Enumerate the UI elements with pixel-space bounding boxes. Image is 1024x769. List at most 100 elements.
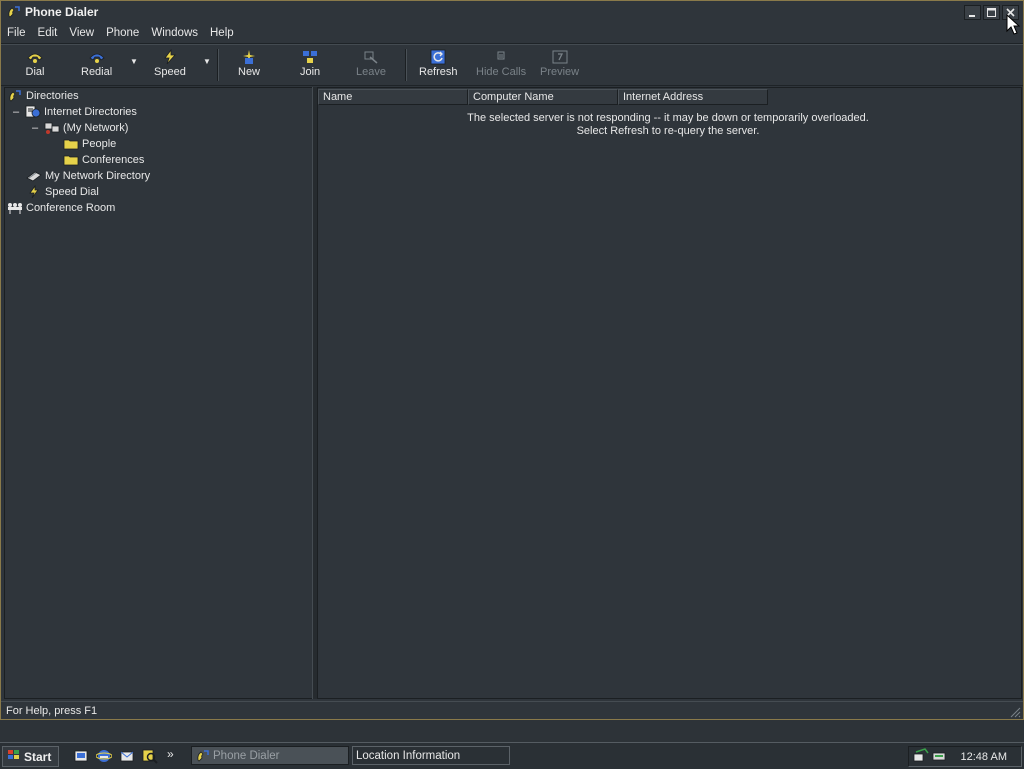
tree-label: My Network Directory bbox=[45, 170, 151, 182]
search-icon[interactable] bbox=[142, 748, 158, 764]
menu-help[interactable]: Help bbox=[204, 27, 240, 39]
minimize-icon bbox=[969, 15, 975, 17]
new-label: New bbox=[238, 66, 261, 78]
tree-item-my-network[interactable]: – (My Network) bbox=[30, 120, 128, 136]
phone-dialer-app-icon bbox=[8, 6, 20, 18]
speed-dial-icon bbox=[160, 48, 180, 66]
task-label: Location Information bbox=[356, 749, 461, 762]
refresh-icon bbox=[428, 48, 448, 66]
menu-file[interactable]: File bbox=[1, 27, 32, 39]
dial-label: Dial bbox=[25, 66, 45, 78]
list-header: Name Computer Name Internet Address bbox=[318, 89, 768, 106]
tree-item-conference-room[interactable]: Conference Room bbox=[7, 200, 115, 216]
tree-item-people[interactable]: People bbox=[63, 136, 116, 152]
tree-label: Speed Dial bbox=[45, 186, 99, 198]
join-icon bbox=[300, 48, 320, 66]
collapse-toggle[interactable]: – bbox=[30, 122, 40, 134]
new-conference-button[interactable]: New bbox=[238, 48, 260, 78]
message-line-1: The selected server is not responding --… bbox=[467, 112, 869, 124]
join-button[interactable]: Join bbox=[300, 48, 320, 78]
column-header-name[interactable]: Name bbox=[318, 89, 468, 105]
internet-directories-icon bbox=[25, 105, 41, 119]
start-label: Start bbox=[24, 749, 52, 764]
network-tray-icon[interactable] bbox=[913, 748, 929, 767]
task-label: Phone Dialer bbox=[213, 749, 280, 762]
phone-dialer-window: Phone Dialer File Edit View Phone Window… bbox=[0, 0, 1024, 720]
tree-label: (My Network) bbox=[63, 122, 129, 134]
modem-tray-icon[interactable] bbox=[931, 748, 947, 767]
menu-view[interactable]: View bbox=[63, 27, 100, 39]
new-conference-icon bbox=[239, 48, 259, 66]
minimize-button[interactable] bbox=[964, 5, 981, 20]
hide-calls-icon bbox=[491, 48, 511, 66]
column-header-internet-address[interactable]: Internet Address bbox=[618, 89, 768, 105]
tree-label: Directories bbox=[26, 90, 79, 102]
phone-dialer-app-icon bbox=[196, 749, 210, 763]
network-icon bbox=[44, 121, 60, 135]
speed-label: Speed bbox=[154, 66, 186, 78]
system-clock[interactable]: 12:48 AM bbox=[961, 751, 1007, 763]
status-text: For Help, press F1 bbox=[6, 704, 98, 717]
speed-dropdown-arrow-icon[interactable]: ▼ bbox=[203, 57, 211, 66]
show-desktop-icon[interactable] bbox=[73, 748, 89, 764]
folder-icon bbox=[63, 153, 79, 167]
message-line-2: Select Refresh to re-query the server. bbox=[576, 125, 760, 137]
tree-item-directories[interactable]: Directories bbox=[7, 88, 79, 104]
leave-label: Leave bbox=[356, 66, 386, 78]
internet-explorer-icon[interactable] bbox=[96, 748, 112, 764]
speed-dial-icon bbox=[26, 185, 42, 199]
column-header-computer-name[interactable]: Computer Name bbox=[468, 89, 618, 105]
tree-item-speed-dial[interactable]: Speed Dial bbox=[26, 184, 99, 200]
redial-button[interactable]: Redial bbox=[81, 48, 112, 78]
directory-tree[interactable]: Directories – Internet Directories – (My… bbox=[4, 87, 313, 699]
tree-item-conferences[interactable]: Conferences bbox=[63, 152, 144, 168]
hide-calls-label: Hide Calls bbox=[476, 66, 527, 78]
toolbar-separator bbox=[217, 49, 219, 81]
tree-label: Internet Directories bbox=[44, 106, 137, 118]
mouse-pointer-icon bbox=[1006, 14, 1020, 35]
speed-dial-button[interactable]: Speed bbox=[154, 48, 186, 78]
resize-grip-icon[interactable] bbox=[1009, 706, 1021, 718]
taskbar-button-phone-dialer[interactable]: Phone Dialer bbox=[191, 746, 349, 765]
outlook-express-icon[interactable] bbox=[119, 748, 135, 764]
toolbar-separator bbox=[405, 49, 407, 81]
join-label: Join bbox=[300, 66, 321, 78]
directory-list-view[interactable]: Name Computer Name Internet Address The … bbox=[317, 87, 1022, 699]
leave-button[interactable]: Leave bbox=[356, 48, 386, 78]
preview-icon bbox=[550, 48, 570, 66]
tree-label: Conferences bbox=[82, 154, 145, 166]
taskbar: Start » Phone Dialer Location Informatio… bbox=[0, 742, 1024, 769]
status-bar: For Help, press F1 bbox=[1, 701, 1023, 719]
redial-icon bbox=[87, 48, 107, 66]
menu-phone[interactable]: Phone bbox=[100, 27, 145, 39]
dial-icon bbox=[25, 48, 45, 66]
preview-label: Preview bbox=[540, 66, 580, 78]
phone-directory-icon bbox=[7, 89, 23, 103]
tree-item-internet-directories[interactable]: – Internet Directories bbox=[11, 104, 137, 120]
dial-button[interactable]: Dial bbox=[25, 48, 45, 78]
taskbar-button-location-information[interactable]: Location Information bbox=[352, 746, 510, 765]
collapse-toggle[interactable]: – bbox=[11, 106, 21, 118]
network-directory-icon bbox=[26, 169, 42, 183]
menu-bar: File Edit View Phone Windows Help bbox=[1, 23, 1023, 44]
tree-item-my-network-directory[interactable]: My Network Directory bbox=[26, 168, 150, 184]
refresh-label: Refresh bbox=[419, 66, 458, 78]
toolbar: Dial Redial ▼ Speed ▼ New Join Leave Ref… bbox=[1, 44, 1023, 86]
start-button[interactable]: Start bbox=[2, 746, 59, 767]
refresh-button[interactable]: Refresh bbox=[419, 48, 458, 78]
redial-dropdown-arrow-icon[interactable]: ▼ bbox=[130, 57, 138, 66]
maximize-button[interactable] bbox=[983, 5, 1000, 20]
menu-windows[interactable]: Windows bbox=[145, 27, 204, 39]
leave-icon bbox=[361, 48, 381, 66]
redial-label: Redial bbox=[81, 66, 113, 78]
quick-launch-overflow-chevron[interactable]: » bbox=[167, 747, 174, 761]
preview-button[interactable]: Preview bbox=[540, 48, 579, 78]
window-title: Phone Dialer bbox=[25, 5, 99, 19]
menu-edit[interactable]: Edit bbox=[32, 27, 64, 39]
title-bar[interactable]: Phone Dialer bbox=[1, 1, 1023, 23]
tree-label: People bbox=[82, 138, 117, 150]
folder-icon bbox=[63, 137, 79, 151]
system-tray: 12:48 AM bbox=[908, 746, 1022, 767]
conference-room-icon bbox=[7, 201, 23, 215]
hide-calls-button[interactable]: Hide Calls bbox=[476, 48, 526, 78]
